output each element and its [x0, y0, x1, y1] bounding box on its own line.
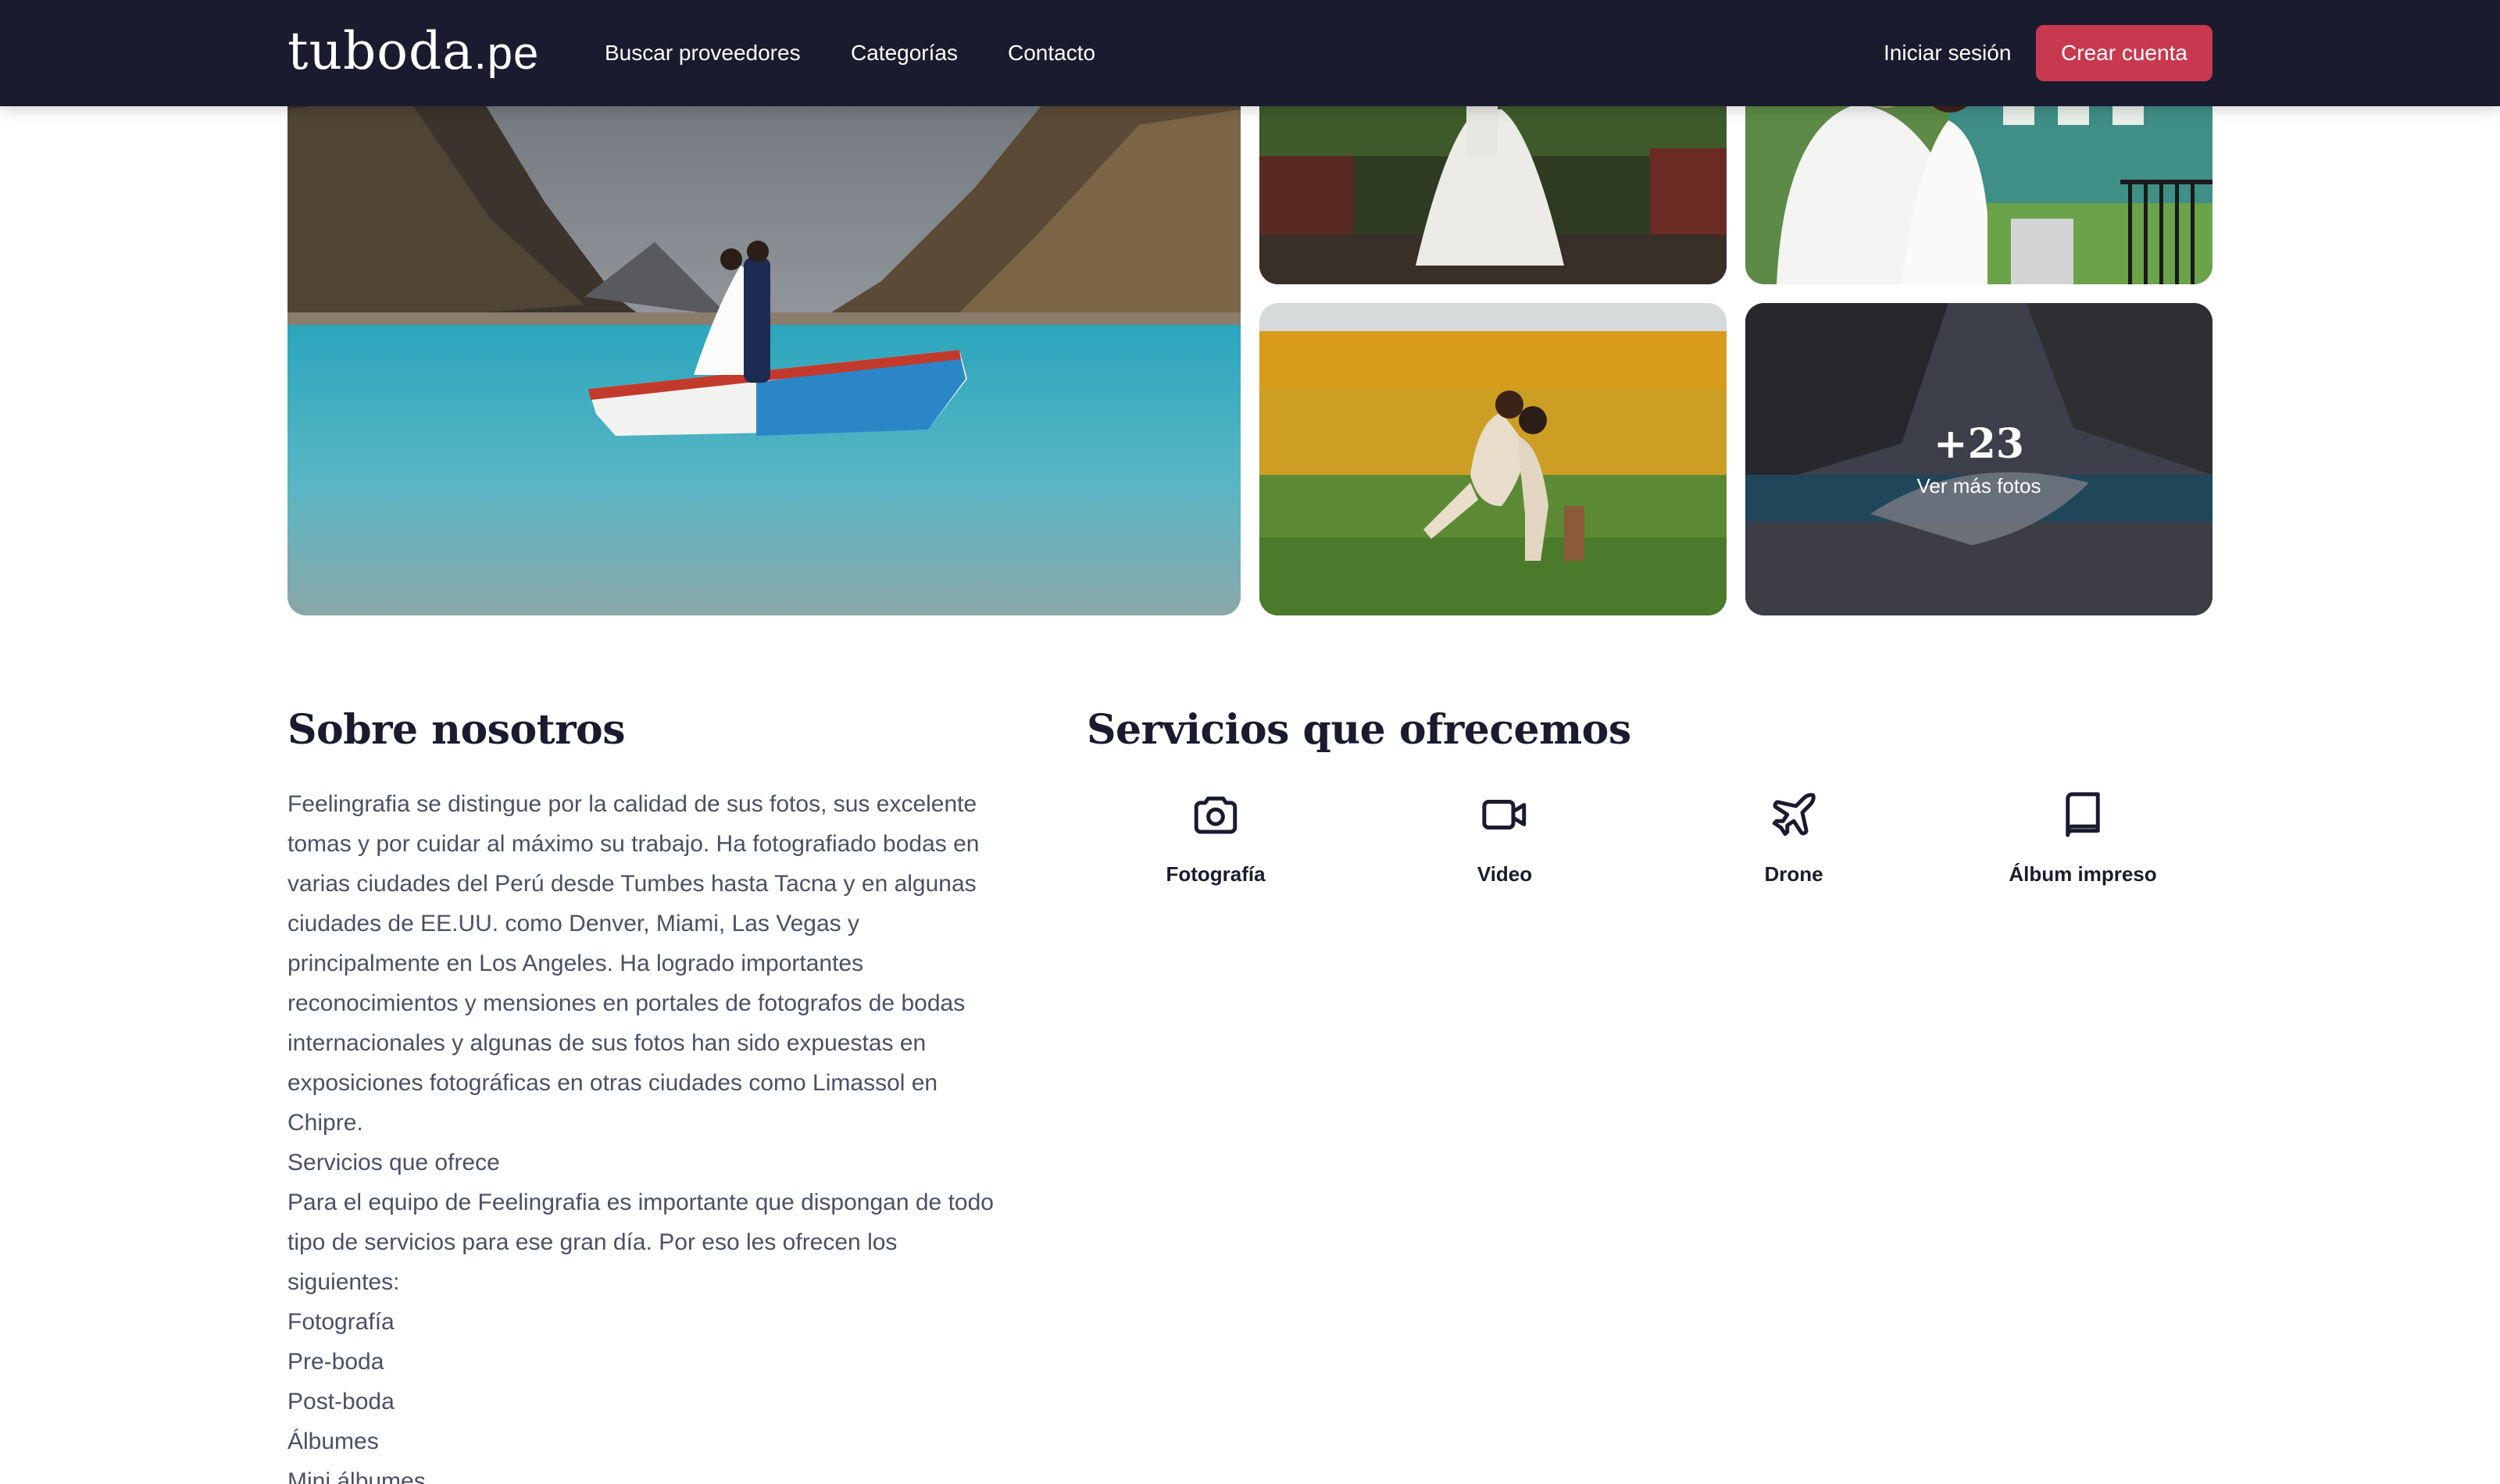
logo-tld: .pe	[473, 28, 540, 79]
about-list-item: Álbumes	[288, 1429, 379, 1454]
service-item-album-impreso: Álbum impreso	[1966, 789, 2200, 886]
service-label: Drone	[1764, 862, 1823, 886]
lake-boat-photo	[288, 62, 1241, 615]
service-label: Álbum impreso	[2009, 862, 2157, 886]
nav-link-categorias[interactable]: Categorías	[851, 37, 958, 69]
gallery-main-photo[interactable]	[288, 62, 1241, 615]
services-title: Servicios que ofrecemos	[1087, 706, 1631, 754]
more-photos-label[interactable]: Ver más fotos	[1917, 474, 2041, 498]
top-navbar: tuboda.pe Buscar proveedores Categorías …	[0, 0, 2500, 106]
logo-main: tuboda	[288, 21, 474, 81]
about-list-item: Fotografía	[288, 1309, 395, 1335]
nav-link-buscar-proveedores[interactable]: Buscar proveedores	[605, 37, 801, 69]
camera-icon	[1194, 796, 1238, 834]
gallery-photo-field[interactable]	[1259, 303, 1727, 615]
about-list-item: Post-boda	[288, 1389, 395, 1414]
service-item-video: Video	[1388, 789, 1622, 886]
about-paragraph: Servicios que ofrece	[288, 1150, 500, 1175]
video-camera-icon	[1482, 800, 1527, 829]
more-photos-count: +23	[1934, 419, 2024, 468]
signup-button[interactable]: Crear cuenta	[2036, 25, 2212, 81]
about-paragraph: Para el equipo de Feelingrafia es import…	[288, 1190, 994, 1295]
gallery-more-photos-tile[interactable]: +23 Ver más fotos	[1745, 303, 2212, 615]
book-icon	[2066, 792, 2100, 837]
about-text: Feelingrafia se distingue por la calidad…	[288, 784, 998, 1484]
plane-icon	[1772, 793, 1816, 837]
more-photos-overlay: +23 Ver más fotos	[1745, 303, 2212, 615]
about-list-item: Pre-boda	[288, 1349, 384, 1375]
service-item-fotografia: Fotografía	[1098, 789, 1333, 886]
about-list-item: Mini álbumes	[288, 1468, 426, 1484]
site-logo[interactable]: tuboda.pe	[288, 20, 539, 83]
nav-link-contacto[interactable]: Contacto	[1008, 37, 1095, 69]
service-label: Fotografía	[1166, 862, 1266, 886]
service-item-drone: Drone	[1677, 789, 1911, 886]
login-link[interactable]: Iniciar sesión	[1884, 37, 2011, 69]
service-label: Video	[1477, 862, 1533, 886]
flower-field-photo	[1259, 303, 1727, 615]
about-paragraph: Feelingrafia se distingue por la calidad…	[288, 791, 980, 1136]
about-title: Sobre nosotros	[288, 706, 626, 754]
